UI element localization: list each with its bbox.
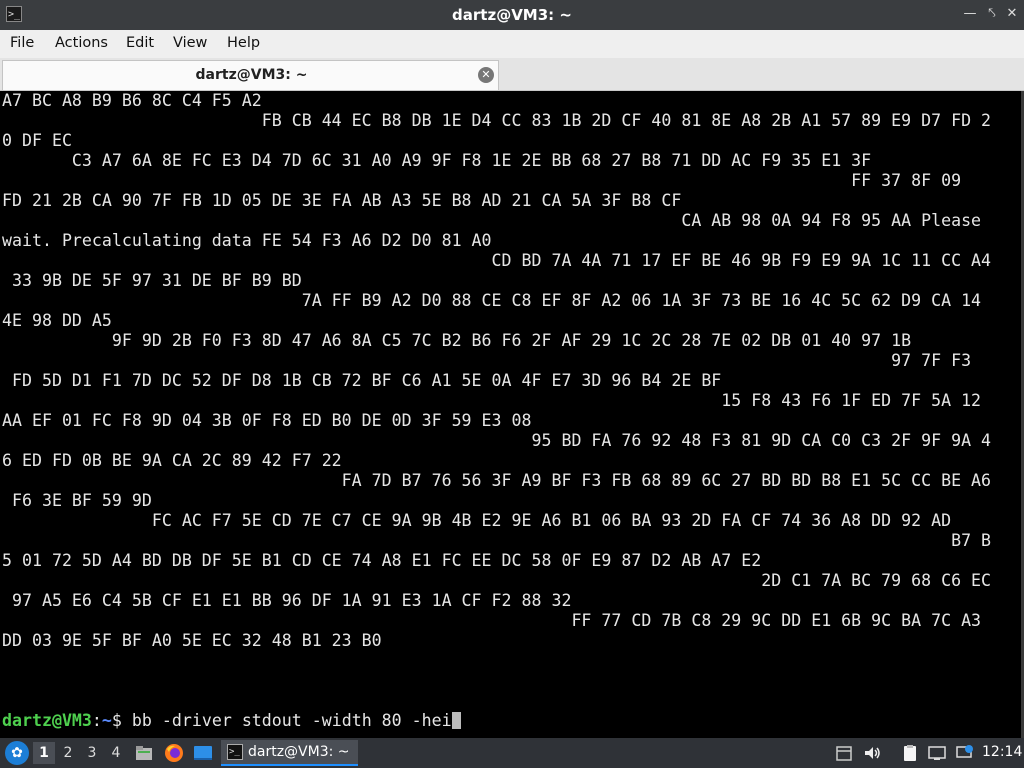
prompt-path: ~ xyxy=(101,711,112,730)
prompt-line: dartz@VM3:~$ bb -driver stdout -width 80… xyxy=(2,711,461,731)
tab-label: dartz@VM3: ~ xyxy=(195,67,308,83)
terminal-line: 95 BD FA 76 92 48 F3 81 9D CA C0 C3 2F 9… xyxy=(2,431,992,450)
terminal-line: FF 37 8F 09 xyxy=(2,171,962,190)
show-desktop-icon[interactable] xyxy=(193,743,213,763)
volume-icon[interactable] xyxy=(862,743,882,763)
taskbar-window-terminal[interactable]: >_ dartz@VM3: ~ xyxy=(221,740,358,766)
terminal-output[interactable]: A7 BC A8 B9 B6 8C C4 F5 A2 FB CB 44 EC B… xyxy=(0,91,1024,738)
prompt-symbol: $ xyxy=(111,711,122,730)
firefox-icon[interactable] xyxy=(164,743,184,763)
menu-file[interactable]: File xyxy=(10,35,34,51)
terminal-line: 0 DF EC xyxy=(2,131,72,150)
terminal-line: CA AB 98 0A 94 F8 95 AA Please xyxy=(2,211,982,230)
command-input[interactable]: bb -driver stdout -width 80 -hei xyxy=(132,711,452,730)
network-icon[interactable] xyxy=(955,743,975,763)
tab-bar: dartz@VM3: ~ ✕ xyxy=(0,58,1024,91)
terminal-line: 97 A5 E6 C4 5B CF E1 E1 BB 96 DF 1A 91 E… xyxy=(2,591,572,610)
terminal-line: 7A FF B9 A2 D0 88 CE C8 EF 8F A2 06 1A 3… xyxy=(2,291,982,310)
terminal-line: wait. Precalculating data FE 54 F3 A6 D2… xyxy=(2,231,492,250)
window-titlebar[interactable]: >_ dartz@VM3: ~ — ⤣ ✕ xyxy=(0,0,1024,30)
terminal-line: 9F 9D 2B F0 F3 8D 47 A6 8A C5 7C B2 B6 F… xyxy=(2,331,912,350)
terminal-line: 4E 98 DD A5 xyxy=(2,311,112,330)
text-cursor xyxy=(451,712,461,729)
minimize-icon[interactable]: — xyxy=(962,6,978,22)
terminal-line: A7 BC A8 B9 B6 8C C4 F5 A2 xyxy=(2,91,262,110)
terminal-line: FC AC F7 5E CD 7E C7 CE 9A 9B 4B E2 9E A… xyxy=(2,511,952,530)
taskbar: ✿ 1 2 3 4 >_ dartz@VM3: ~ 12:14 xyxy=(0,738,1024,768)
terminal-line: DD 03 9E 5F BF A0 5E EC 32 48 B1 23 B0 xyxy=(2,631,382,650)
terminal-line: 5 01 72 5D A4 BD DB DF 5E B1 CD CE 74 A8… xyxy=(2,551,762,570)
terminal-line: FD 21 2B CA 90 7F FB 1D 05 DE 3E FA AB A… xyxy=(2,191,682,210)
terminal-line: 6 ED FD 0B BE 9A CA 2C 89 42 F7 22 xyxy=(2,451,342,470)
workspace-2[interactable]: 2 xyxy=(57,742,79,764)
display-icon[interactable] xyxy=(927,743,947,763)
clipboard-icon[interactable] xyxy=(900,743,920,763)
terminal-line: C3 A7 6A 8E FC E3 D4 7D 6C 31 A0 A9 9F F… xyxy=(2,151,872,170)
file-manager-icon[interactable] xyxy=(134,743,154,763)
terminal-line: 15 F8 43 F6 1F ED 7F 5A 12 xyxy=(2,391,982,410)
terminal-line: FD 5D D1 F1 7D DC 52 DF D8 1B CB 72 BF C… xyxy=(2,371,722,390)
menu-help[interactable]: Help xyxy=(227,35,260,51)
menu-view[interactable]: View xyxy=(173,35,207,51)
menu-actions[interactable]: Actions xyxy=(55,35,108,51)
tab-terminal[interactable]: dartz@VM3: ~ ✕ xyxy=(2,60,499,90)
workspace-4[interactable]: 4 xyxy=(105,742,127,764)
terminal-line: 97 7F F3 xyxy=(2,351,972,370)
terminal-line: 2D C1 7A BC 79 68 C6 EC xyxy=(2,571,992,590)
terminal-line: F6 3E BF 59 9D xyxy=(2,491,152,510)
tab-close-icon[interactable]: ✕ xyxy=(478,67,494,83)
start-menu-icon[interactable]: ✿ xyxy=(5,741,29,765)
workspace-1[interactable]: 1 xyxy=(33,742,55,764)
terminal-line: FA 7D B7 76 56 3F A9 BF F3 FB 68 89 6C 2… xyxy=(2,471,992,490)
terminal-line: B7 B xyxy=(2,531,992,550)
terminal-line: FB CB 44 EC B8 DB 1E D4 CC 83 1B 2D CF 4… xyxy=(2,111,992,130)
terminal-line: 33 9B DE 5F 97 31 DE BF B9 BD xyxy=(2,271,302,290)
maximize-icon[interactable]: ⤣ xyxy=(984,6,1000,22)
terminal-line: CD BD 7A 4A 71 17 EF BE 46 9B F9 E9 9A 1… xyxy=(2,251,992,270)
window-title: dartz@VM3: ~ xyxy=(452,6,572,24)
prompt-user-host: dartz@VM3 xyxy=(2,711,92,730)
terminal-line: AA EF 01 FC F8 9D 04 3B 0F F8 ED B0 DE 0… xyxy=(2,411,532,430)
menu-edit[interactable]: Edit xyxy=(126,35,154,51)
workspace-3[interactable]: 3 xyxy=(81,742,103,764)
close-icon[interactable]: ✕ xyxy=(1004,6,1020,22)
menu-bar: File Actions Edit View Help xyxy=(0,30,1024,58)
task-label: dartz@VM3: ~ xyxy=(248,744,350,760)
clock: 12:14 xyxy=(982,744,1023,760)
prompt-separator: : xyxy=(91,711,102,730)
terminal-line: FF 77 CD 7B C8 29 9C DD E1 6B 9C BA 7C A… xyxy=(2,611,982,630)
calendar-icon[interactable] xyxy=(834,743,854,763)
terminal-icon: >_ xyxy=(227,744,243,760)
